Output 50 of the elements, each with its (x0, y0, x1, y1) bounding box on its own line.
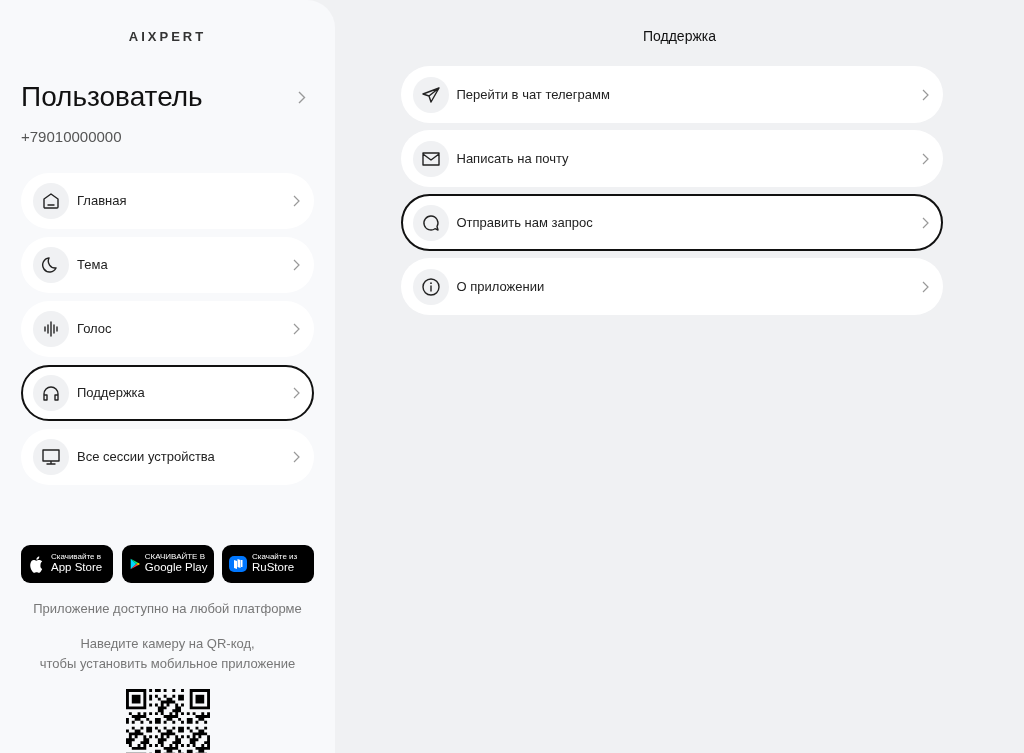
store-caption: СКАЧИВАЙТЕ В (144, 553, 206, 562)
menu-label: Поддержка (77, 383, 145, 402)
sound-wave-icon (41, 318, 61, 339)
logo: AIXPERT (128, 29, 207, 44)
store-name: App Store (51, 561, 103, 574)
chevron-right-icon (921, 152, 929, 165)
menu-item[interactable]: Написать на почту (400, 130, 943, 187)
user-name: Пользователь (21, 80, 203, 114)
store-badge[interactable]: Скачивайте в App Store (21, 544, 113, 583)
chevron-right-icon (921, 88, 929, 101)
store-caption: Скачайте из (252, 553, 298, 562)
menu-item[interactable]: Поддержка (21, 364, 314, 421)
monitor-icon (41, 446, 61, 467)
info-icon (420, 276, 441, 297)
menu-label: Тема (77, 255, 108, 274)
rustore-logo-icon (228, 553, 248, 574)
menu-item[interactable]: Тема (21, 236, 314, 293)
chat-bubble-icon (420, 212, 441, 233)
paper-plane-icon (420, 84, 441, 105)
menu-item[interactable]: Главная (21, 172, 314, 229)
qr-instruction: Наведите камеру на QR-код, чтобы установить мобильное приложение (38, 635, 297, 673)
page-title: Поддержка (642, 27, 716, 46)
chevron-right-icon[interactable] (298, 90, 306, 104)
menu-label: Перейти в чат телеграмм (456, 85, 610, 104)
menu-label: Написать на почту (456, 149, 569, 168)
menu-item[interactable]: Голос (21, 300, 314, 357)
platform-note: Приложение доступно на любой платформе (32, 599, 303, 618)
chevron-right-icon (293, 194, 300, 207)
store-name: Google Play (144, 561, 208, 574)
home-icon (41, 190, 61, 211)
menu-item[interactable]: Все сессии устройства (21, 428, 314, 485)
chevron-right-icon (921, 216, 929, 229)
chevron-right-icon (293, 386, 300, 399)
store-caption: Скачивайте в (51, 553, 102, 562)
menu-label: Голос (77, 319, 112, 338)
phone-number: +79010000000 (21, 127, 123, 147)
chevron-right-icon (293, 450, 300, 463)
menu-item[interactable]: Перейти в чат телеграмм (400, 66, 943, 123)
store-badge[interactable]: СКАЧИВАЙТЕ В Google Play (121, 544, 214, 583)
menu-label: Все сессии устройства (77, 447, 215, 466)
store-badge[interactable]: Скачайте из RuStore (222, 544, 314, 583)
chevron-right-icon (293, 258, 300, 271)
menu-label: Главная (77, 191, 127, 210)
menu-label: Отправить нам запрос (456, 213, 593, 232)
chevron-right-icon (293, 322, 300, 335)
menu-item[interactable]: Отправить нам запрос (400, 194, 943, 251)
chevron-right-icon (921, 280, 929, 293)
menu-item[interactable]: О приложении (400, 258, 943, 315)
store-name: RuStore (252, 561, 296, 574)
menu-label: О приложении (456, 277, 545, 296)
